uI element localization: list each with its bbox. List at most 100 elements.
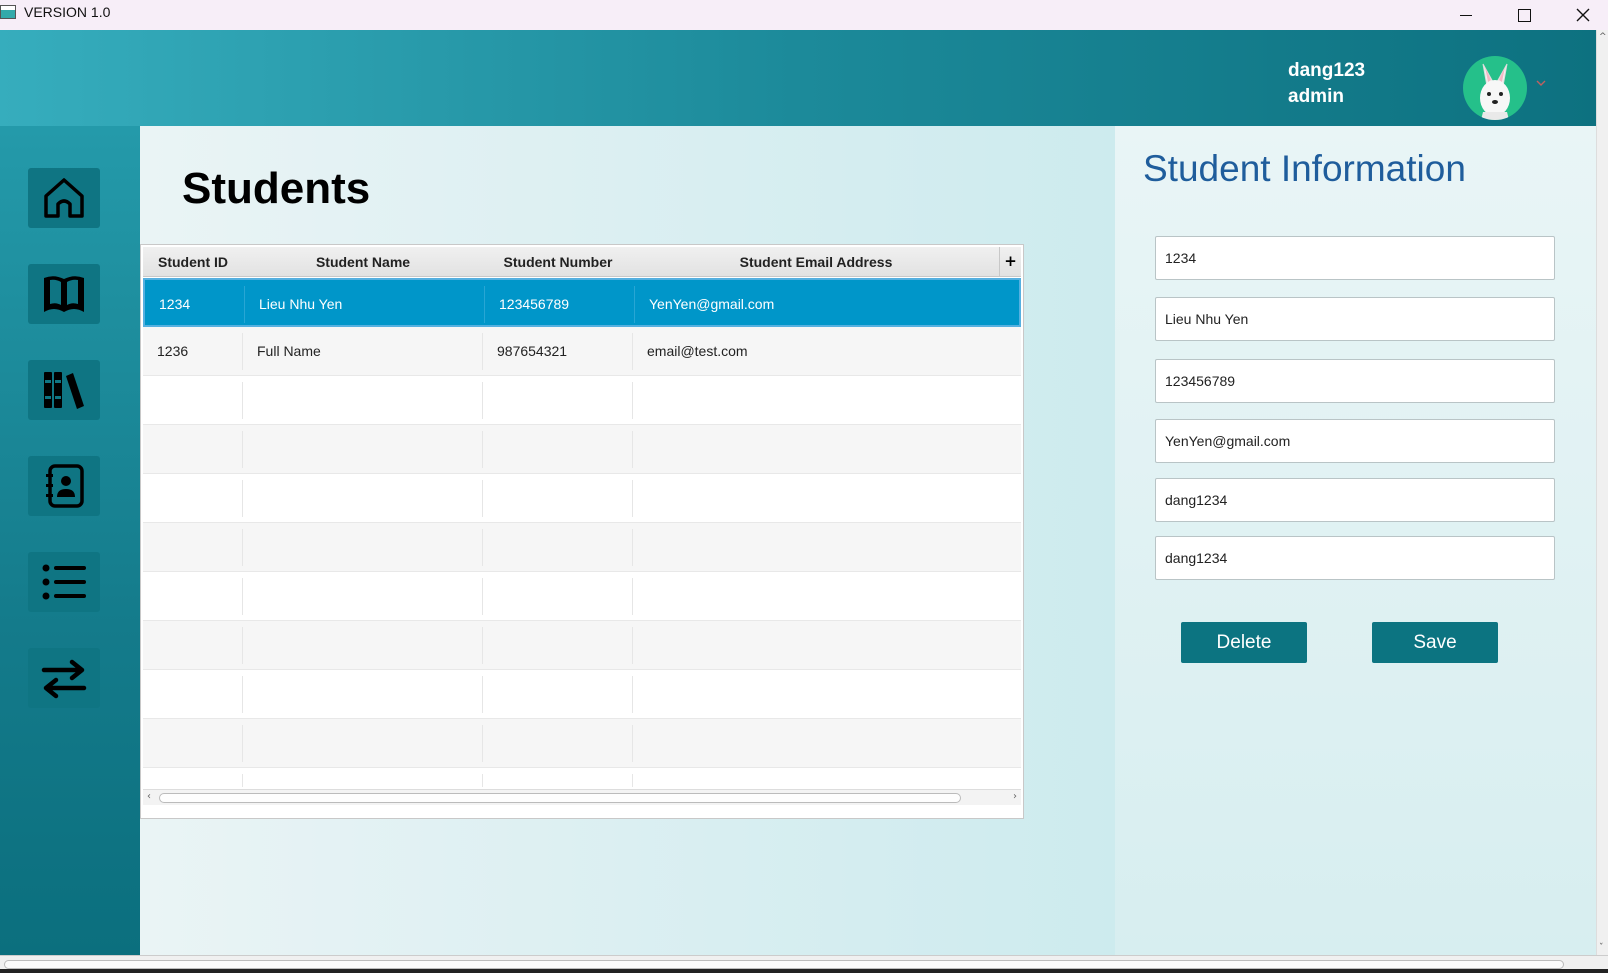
save-button[interactable]: Save xyxy=(1372,622,1498,663)
column-divider xyxy=(242,578,243,615)
table-header: Student ID Student Name Student Number S… xyxy=(143,247,1021,277)
column-divider xyxy=(632,676,633,713)
column-divider xyxy=(634,286,635,323)
students-table[interactable]: Student ID Student Name Student Number S… xyxy=(140,244,1024,819)
column-divider xyxy=(482,774,483,787)
maximize-button[interactable] xyxy=(1501,0,1547,30)
column-divider xyxy=(242,676,243,713)
column-divider xyxy=(632,725,633,762)
column-divider xyxy=(244,286,245,323)
column-divider xyxy=(482,382,483,419)
empty-row xyxy=(143,572,1021,621)
scroll-right-arrow-icon[interactable]: › xyxy=(1013,791,1017,802)
empty-row xyxy=(143,670,1021,719)
column-divider xyxy=(482,480,483,517)
column-divider xyxy=(632,627,633,664)
sidebar-item-home[interactable] xyxy=(28,168,100,228)
contacts-icon xyxy=(46,464,84,508)
main-content: Students Student ID Student Name Student… xyxy=(140,126,1115,955)
list-icon xyxy=(42,564,86,600)
column-divider xyxy=(242,333,243,370)
column-divider xyxy=(632,578,633,615)
chevron-down-icon[interactable] xyxy=(1534,76,1548,90)
cell-number: 123456789 xyxy=(499,296,570,312)
avatar[interactable] xyxy=(1463,56,1527,120)
column-divider xyxy=(482,431,483,468)
column-divider xyxy=(482,578,483,615)
column-divider xyxy=(242,382,243,419)
student-id-field[interactable] xyxy=(1155,236,1555,280)
window-title: VERSION 1.0 xyxy=(24,4,111,20)
sidebar-item-transfer[interactable] xyxy=(28,648,100,708)
cell-email: YenYen@gmail.com xyxy=(649,296,775,312)
sidebar-item-library[interactable] xyxy=(28,360,100,420)
column-divider xyxy=(482,676,483,713)
table-horizontal-scrollbar[interactable]: ‹ › xyxy=(143,789,1021,805)
sidebar-item-list[interactable] xyxy=(28,552,100,612)
taskbar-edge xyxy=(0,969,1608,973)
empty-row xyxy=(143,768,1021,787)
column-divider xyxy=(242,774,243,787)
app-header: dang123 admin xyxy=(0,30,1596,126)
table-body: 1234 Lieu Nhu Yen 123456789 YenYen@gmail… xyxy=(143,278,1021,787)
student-info-panel: Student Information Delete Save xyxy=(1115,126,1596,955)
column-divider xyxy=(242,627,243,664)
scrollbar-thumb[interactable] xyxy=(159,793,961,803)
page-title: Students xyxy=(182,164,371,213)
column-divider xyxy=(242,431,243,468)
empty-row xyxy=(143,621,1021,670)
student-number-field[interactable] xyxy=(1155,359,1555,403)
sidebar-item-books[interactable] xyxy=(28,264,100,324)
table-row[interactable]: 1236 Full Name 987654321 email@test.com xyxy=(143,327,1021,376)
student-name-field[interactable] xyxy=(1155,297,1555,341)
column-divider xyxy=(632,529,633,566)
scroll-left-arrow-icon[interactable]: ‹ xyxy=(147,791,151,802)
column-divider xyxy=(632,774,633,787)
column-divider xyxy=(482,529,483,566)
column-divider xyxy=(632,480,633,517)
column-divider xyxy=(482,725,483,762)
column-divider xyxy=(632,431,633,468)
add-column-button[interactable]: + xyxy=(999,247,1021,277)
username-field[interactable] xyxy=(1155,478,1555,522)
cell-email: email@test.com xyxy=(647,343,748,359)
column-header-name[interactable]: Student Name xyxy=(243,247,483,277)
student-email-field[interactable] xyxy=(1155,419,1555,463)
delete-button[interactable]: Delete xyxy=(1181,622,1307,663)
home-icon xyxy=(44,178,84,218)
column-divider xyxy=(632,333,633,370)
cell-name: Lieu Nhu Yen xyxy=(259,296,343,312)
empty-row xyxy=(143,474,1021,523)
cell-id: 1236 xyxy=(157,343,189,359)
password-field[interactable] xyxy=(1155,536,1555,580)
cell-id: 1234 xyxy=(159,296,191,312)
column-header-email[interactable]: Student Email Address xyxy=(633,247,999,277)
column-divider xyxy=(242,480,243,517)
scrollbar-thumb[interactable] xyxy=(4,960,1564,969)
transfer-icon xyxy=(41,659,87,699)
empty-row xyxy=(143,719,1021,768)
app-icon xyxy=(0,5,16,19)
empty-row xyxy=(143,425,1021,474)
column-header-number[interactable]: Student Number xyxy=(483,247,633,277)
column-header-id[interactable]: Student ID xyxy=(143,247,243,277)
empty-row xyxy=(143,376,1021,425)
table-row[interactable]: 1234 Lieu Nhu Yen 123456789 YenYen@gmail… xyxy=(143,278,1021,327)
library-icon xyxy=(44,372,84,409)
user-name: dang123 xyxy=(1288,60,1366,81)
window-vertical-scrollbar[interactable]: ^ ˇ xyxy=(1596,30,1608,955)
book-icon xyxy=(44,276,84,312)
user-role: admin xyxy=(1288,86,1344,107)
info-title: Student Information xyxy=(1143,148,1466,189)
scroll-down-arrow-icon[interactable]: ˇ xyxy=(1599,943,1604,953)
dog-avatar-icon xyxy=(1480,63,1510,120)
cell-name: Full Name xyxy=(257,343,321,359)
column-divider xyxy=(242,529,243,566)
column-divider xyxy=(484,286,485,323)
close-icon xyxy=(1576,8,1590,22)
scroll-up-arrow-icon[interactable]: ^ xyxy=(1599,32,1607,42)
close-button[interactable] xyxy=(1560,0,1606,30)
minimize-button[interactable] xyxy=(1443,0,1489,30)
column-divider xyxy=(482,333,483,370)
sidebar-item-contacts[interactable] xyxy=(28,456,100,516)
